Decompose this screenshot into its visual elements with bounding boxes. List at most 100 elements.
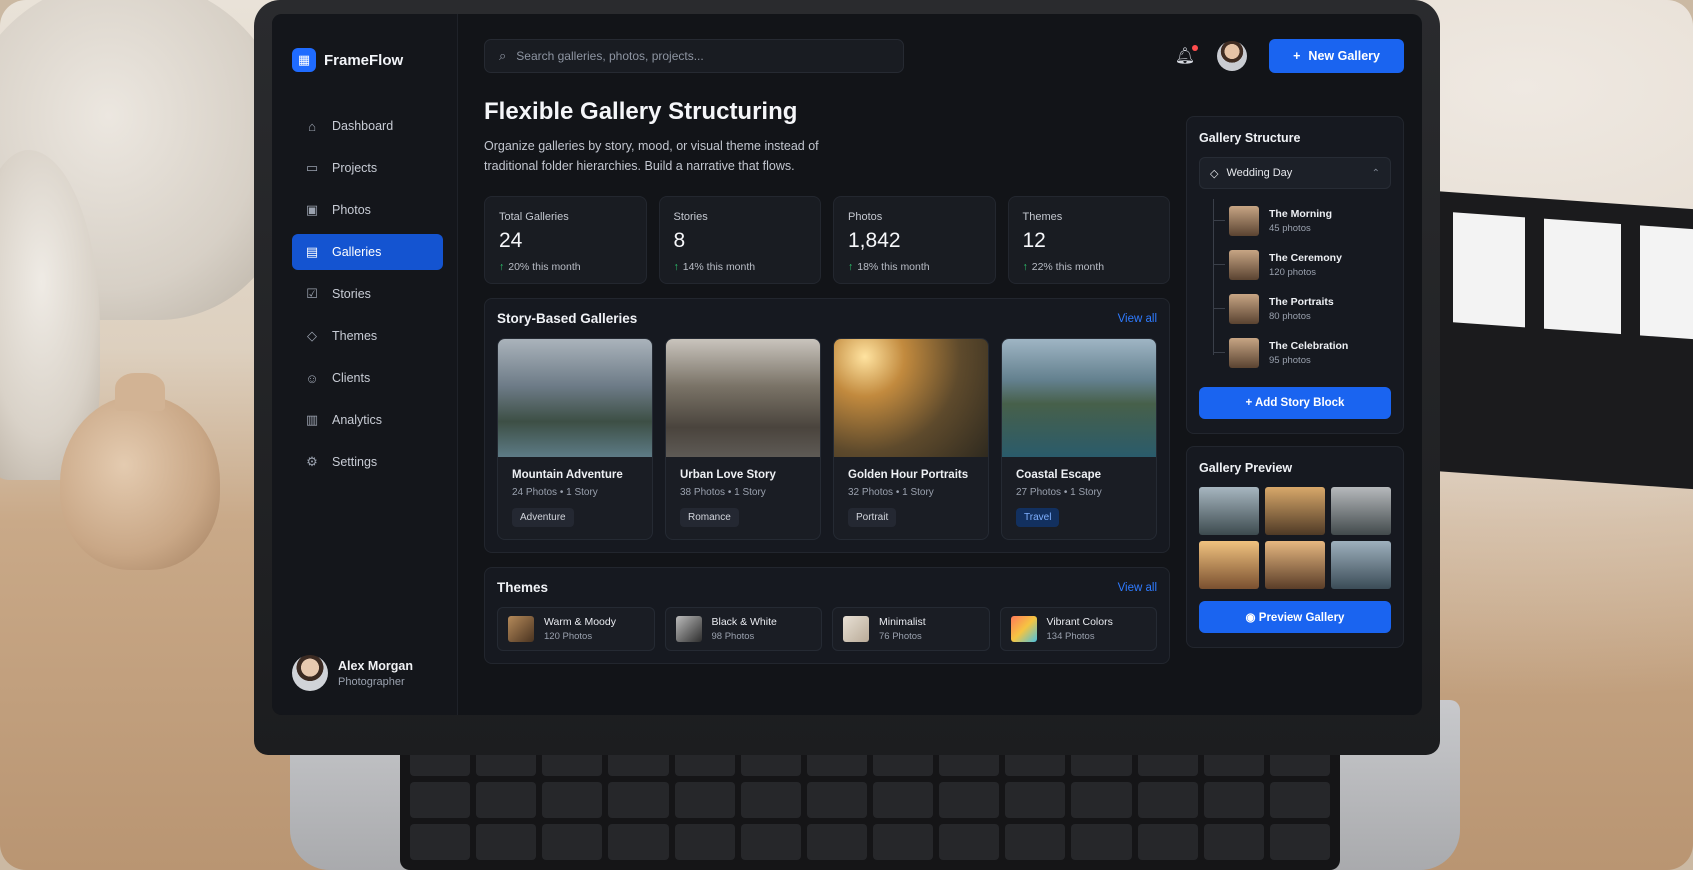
theme-text: Vibrant Colors 134 Photos <box>1047 616 1113 642</box>
story-block-name: The Portraits <box>1269 296 1334 308</box>
sidebar-item-projects[interactable]: ▭ Projects <box>292 150 443 186</box>
add-story-block-button[interactable]: + Add Story Block <box>1199 387 1391 419</box>
preview-thumbnail[interactable] <box>1199 487 1259 535</box>
stat-card[interactable]: Stories 8 ↑ 14% this month <box>658 196 821 284</box>
gallery-icon: ▤ <box>305 244 319 259</box>
sidebar-item-clients[interactable]: ☺ Clients <box>292 360 443 396</box>
preview-thumbnail[interactable] <box>1265 541 1325 589</box>
search-box[interactable]: ⌕ <box>484 39 904 73</box>
theme-name: Warm & Moody <box>544 616 616 628</box>
user-profile[interactable]: Alex Morgan Photographer <box>292 655 443 691</box>
sidebar-item-label: Photos <box>332 203 371 217</box>
gallery-tag[interactable]: Romance <box>680 508 739 527</box>
story-block[interactable]: The Portraits 80 photos <box>1213 287 1391 331</box>
story-block[interactable]: The Celebration 95 photos <box>1213 331 1391 375</box>
gallery-name: Golden Hour Portraits <box>848 469 969 481</box>
stat-label: Photos <box>848 211 883 223</box>
theme-count: 134 Photos <box>1046 631 1095 642</box>
gallery-cover-image[interactable] <box>498 339 652 457</box>
section-title: Story-Based Galleries <box>497 311 638 326</box>
stat-card[interactable]: Photos 1,842 ↑ 18% this month <box>833 196 996 284</box>
gallery-card[interactable]: Golden Hour Portraits 32 Photos • 1 Story… <box>833 338 989 540</box>
preview-thumbnail[interactable] <box>1199 541 1259 589</box>
theme-thumbnail <box>675 616 702 642</box>
arrow-up-icon: ↑ <box>848 261 854 273</box>
theme-item[interactable]: Vibrant Colors 134 Photos <box>999 607 1157 651</box>
chevron-icon: ⌃ <box>1371 167 1380 179</box>
preview-thumbnail[interactable] <box>1331 541 1391 589</box>
stat-delta: ↑ 14% this month <box>674 261 807 273</box>
story-block[interactable]: The Ceremony 120 photos <box>1213 243 1391 287</box>
theme-item[interactable]: Minimalist 76 Photos <box>832 607 990 651</box>
new-gallery-button[interactable]: + New Gallery <box>1269 39 1404 73</box>
preview-thumbnail[interactable] <box>1331 487 1391 535</box>
sidebar-item-themes[interactable]: ◇ Themes <box>292 318 443 354</box>
bell-icon[interactable]: 🔔︎ <box>1175 45 1199 66</box>
gallery-card[interactable]: Mountain Adventure 24 Photos • 1 Story Adv… <box>497 338 653 540</box>
sidebar-item-galleries[interactable]: ▤ Galleries <box>292 234 443 270</box>
stat-delta-text: 18% this month <box>857 261 930 273</box>
gallery-card-body: Urban Love Story 38 Photos • 1 Story Roman… <box>666 457 820 539</box>
sidebar-item-dashboard[interactable]: ⌂ Dashboard <box>292 108 443 144</box>
search-input[interactable] <box>516 49 857 63</box>
story-block-count: 95 photos <box>1269 355 1311 366</box>
theme-name: Minimalist <box>879 616 926 628</box>
gallery-cover-image[interactable] <box>1002 339 1156 457</box>
story-block-text: The Portraits 80 photos <box>1269 296 1334 322</box>
sidebar-item-stories[interactable]: ☑ Stories <box>292 276 443 312</box>
gallery-tag[interactable]: Travel <box>1016 508 1060 527</box>
themes-section: Themes View all Warm & Moody 120 Photos Bl… <box>484 567 1170 664</box>
app-name: FrameFlow <box>324 51 404 69</box>
theme-thumbnail <box>843 616 869 642</box>
stat-card[interactable]: Themes 12 ↑ 22% this month <box>1007 196 1170 284</box>
photo-count: 38 Photos <box>680 487 726 498</box>
separator: • <box>1061 487 1071 498</box>
gallery-select[interactable]: ◇ Wedding Day ⌃ <box>1199 157 1391 189</box>
sidebar-item-analytics[interactable]: ▥ Analytics <box>292 402 443 438</box>
users-icon: ☺ <box>305 370 319 386</box>
theme-count: 120 Photos <box>544 631 593 642</box>
stat-delta: ↑ 20% this month <box>499 261 632 273</box>
story-block-text: The Ceremony 120 photos <box>1269 252 1342 278</box>
preview-gallery-button[interactable]: ◉ Preview Gallery <box>1199 601 1391 633</box>
gallery-tag[interactable]: Portrait <box>848 508 897 527</box>
sidebar-item-photos[interactable]: ▣ Photos <box>292 192 443 228</box>
gallery-card-body: Coastal Escape 27 Photos • 1 Story Travel <box>1002 457 1156 539</box>
theme-item[interactable]: Black & White 98 Photos <box>664 607 822 651</box>
stat-card[interactable]: Total Galleries 24 ↑ 20% this month <box>484 196 647 284</box>
theme-thumbnail <box>1010 616 1037 642</box>
panel-title: Gallery Structure <box>1199 131 1301 145</box>
sidebar-item-settings[interactable]: ⚙ Settings <box>292 444 443 480</box>
separator: • <box>725 487 735 498</box>
brand[interactable]: ▦ FrameFlow <box>292 48 443 72</box>
main-area: ⌕ 🔔︎ + New Gallery Flexible Gall <box>458 14 1422 715</box>
gallery-card[interactable]: Coastal Escape 27 Photos • 1 Story Travel <box>1001 338 1157 540</box>
section-title: Themes <box>497 580 549 595</box>
story-block[interactable]: The Morning 45 photos <box>1213 199 1391 243</box>
view-all-link[interactable]: View all <box>1118 582 1157 594</box>
theme-count: 76 Photos <box>879 631 922 642</box>
separator: • <box>893 487 903 498</box>
photo-count: 24 Photos <box>512 487 558 498</box>
story-block-thumbnail <box>1229 250 1259 280</box>
arrow-up-icon: ↑ <box>499 261 505 273</box>
story-block-count: 80 photos <box>1269 311 1311 322</box>
gallery-name: Coastal Escape <box>1016 469 1102 481</box>
stat-delta: ↑ 22% this month <box>1023 261 1156 273</box>
preview-thumbnail[interactable] <box>1265 487 1325 535</box>
arrow-up-icon: ↑ <box>1022 261 1028 273</box>
view-all-link[interactable]: View all <box>1118 313 1157 325</box>
gallery-meta: 38 Photos • 1 Story <box>680 487 808 498</box>
theme-name: Vibrant Colors <box>1046 616 1113 628</box>
theme-text: Warm & Moody 120 Photos <box>544 616 616 642</box>
gallery-tag[interactable]: Adventure <box>512 508 574 527</box>
story-icon: ☑ <box>306 286 318 301</box>
gallery-card[interactable]: Urban Love Story 38 Photos • 1 Story Roman… <box>665 338 821 540</box>
stat-label: Themes <box>1022 211 1063 223</box>
gallery-cover-image[interactable] <box>834 339 988 457</box>
theme-item[interactable]: Warm & Moody 120 Photos <box>497 607 655 651</box>
home-icon: ⌂ <box>308 118 316 134</box>
gallery-cover-image[interactable] <box>666 339 820 457</box>
avatar[interactable] <box>1217 41 1248 71</box>
photo-count: 27 Photos <box>1016 487 1062 498</box>
